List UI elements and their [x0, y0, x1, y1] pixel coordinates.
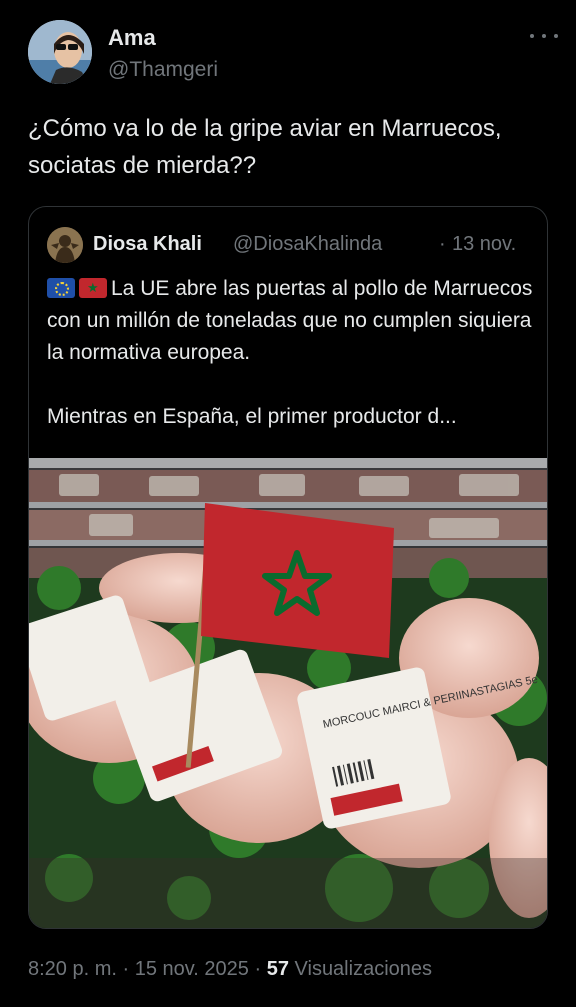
quoted-separator: · [439, 233, 446, 255]
more-options-icon[interactable] [530, 26, 558, 46]
quoted-author-avatar [47, 227, 83, 263]
quoted-image[interactable]: MORCOUC MAIRCI & PERIINASTAGIAS 5e [29, 458, 547, 928]
tweet-text: ¿Cómo va lo de la gripe aviar en Marruec… [28, 115, 502, 179]
tweet-meta: 8:20 p. m. · 15 nov. 2025 · 57 Visualiza… [28, 958, 432, 981]
tweet-date[interactable]: 15 nov. 2025 [135, 958, 249, 980]
views-count[interactable]: 57 [267, 958, 289, 980]
quoted-tweet[interactable]: Diosa Khali @DiosaKhalinda · 13 nov. La … [28, 206, 548, 929]
tweet-time[interactable]: 8:20 p. m. [28, 958, 117, 980]
quoted-tweet-header: Diosa Khali @DiosaKhalinda · 13 nov. [47, 227, 537, 263]
author-avatar[interactable] [28, 20, 92, 84]
quoted-display-name: Diosa Khali [93, 233, 202, 255]
author-display-name[interactable]: Ama [108, 26, 218, 50]
quoted-text-paragraph-1: La UE abre las puertas al pollo de Marru… [47, 273, 537, 369]
quoted-date: 13 nov. [452, 233, 517, 255]
author-handle[interactable]: @Thamgeri [108, 56, 218, 84]
chicken-display-illustration: MORCOUC MAIRCI & PERIINASTAGIAS 5e [29, 458, 547, 928]
morocco-flag-icon [79, 278, 107, 298]
quoted-text: La UE abre las puertas al pollo de Marru… [47, 273, 537, 433]
eu-flag-icon [47, 278, 75, 298]
quoted-handle: @DiosaKhalinda [233, 233, 383, 255]
tweet-header: Ama @Thamgeri [28, 20, 558, 86]
meta-separator: · [122, 958, 130, 980]
dot [530, 34, 534, 38]
meta-separator: · [254, 958, 262, 980]
quoted-text-paragraph-2: Mientras en España, el primer productor … [47, 405, 457, 428]
quoted-text-line1: La UE abre las puertas al pollo de Marru… [47, 277, 533, 364]
views-label[interactable]: Visualizaciones [295, 958, 433, 980]
author-names: Ama @Thamgeri [108, 26, 218, 84]
dot [554, 34, 558, 38]
dot [542, 34, 546, 38]
